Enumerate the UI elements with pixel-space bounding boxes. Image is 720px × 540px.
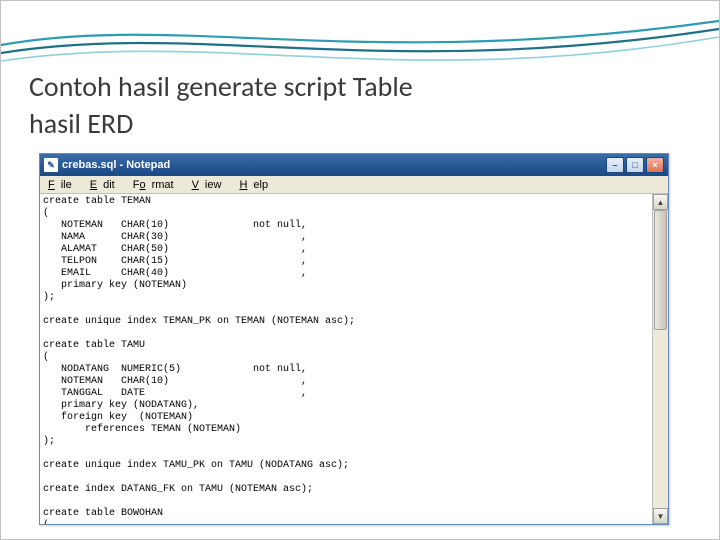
slide-title-line2: hasil ERD bbox=[29, 106, 413, 141]
window-controls: – □ × bbox=[606, 157, 664, 173]
notepad-title-text: crebas.sql - Notepad bbox=[62, 159, 606, 171]
vertical-scrollbar[interactable]: ▲ ▼ bbox=[652, 194, 668, 524]
slide-title: Contoh hasil generate script Table hasil… bbox=[29, 69, 413, 141]
notepad-titlebar[interactable]: ✎ crebas.sql - Notepad – □ × bbox=[40, 154, 668, 176]
minimize-icon: – bbox=[612, 160, 617, 170]
scrollbar-thumb[interactable] bbox=[654, 210, 667, 330]
editor-area: create table TEMAN ( NOTEMAN CHAR(10) no… bbox=[40, 194, 668, 524]
notepad-window: ✎ crebas.sql - Notepad – □ × File Edit F… bbox=[39, 153, 669, 525]
scrollbar-track[interactable] bbox=[653, 210, 668, 508]
menu-format[interactable]: Format bbox=[127, 178, 186, 192]
close-icon: × bbox=[652, 160, 657, 170]
menu-view[interactable]: View bbox=[186, 178, 234, 192]
menu-edit[interactable]: Edit bbox=[84, 178, 127, 192]
scroll-down-button[interactable]: ▼ bbox=[653, 508, 668, 524]
chevron-up-icon: ▲ bbox=[657, 198, 665, 207]
scroll-up-button[interactable]: ▲ bbox=[653, 194, 668, 210]
chevron-down-icon: ▼ bbox=[657, 512, 665, 521]
menu-file[interactable]: File bbox=[42, 178, 84, 192]
maximize-button[interactable]: □ bbox=[626, 157, 644, 173]
menu-help[interactable]: Help bbox=[233, 178, 280, 192]
notepad-app-icon: ✎ bbox=[44, 158, 58, 172]
maximize-icon: □ bbox=[632, 160, 637, 170]
minimize-button[interactable]: – bbox=[606, 157, 624, 173]
notepad-menubar: File Edit Format View Help bbox=[40, 176, 668, 194]
slide-title-line1: Contoh hasil generate script Table bbox=[29, 69, 413, 104]
editor-content[interactable]: create table TEMAN ( NOTEMAN CHAR(10) no… bbox=[40, 194, 668, 524]
close-button[interactable]: × bbox=[646, 157, 664, 173]
